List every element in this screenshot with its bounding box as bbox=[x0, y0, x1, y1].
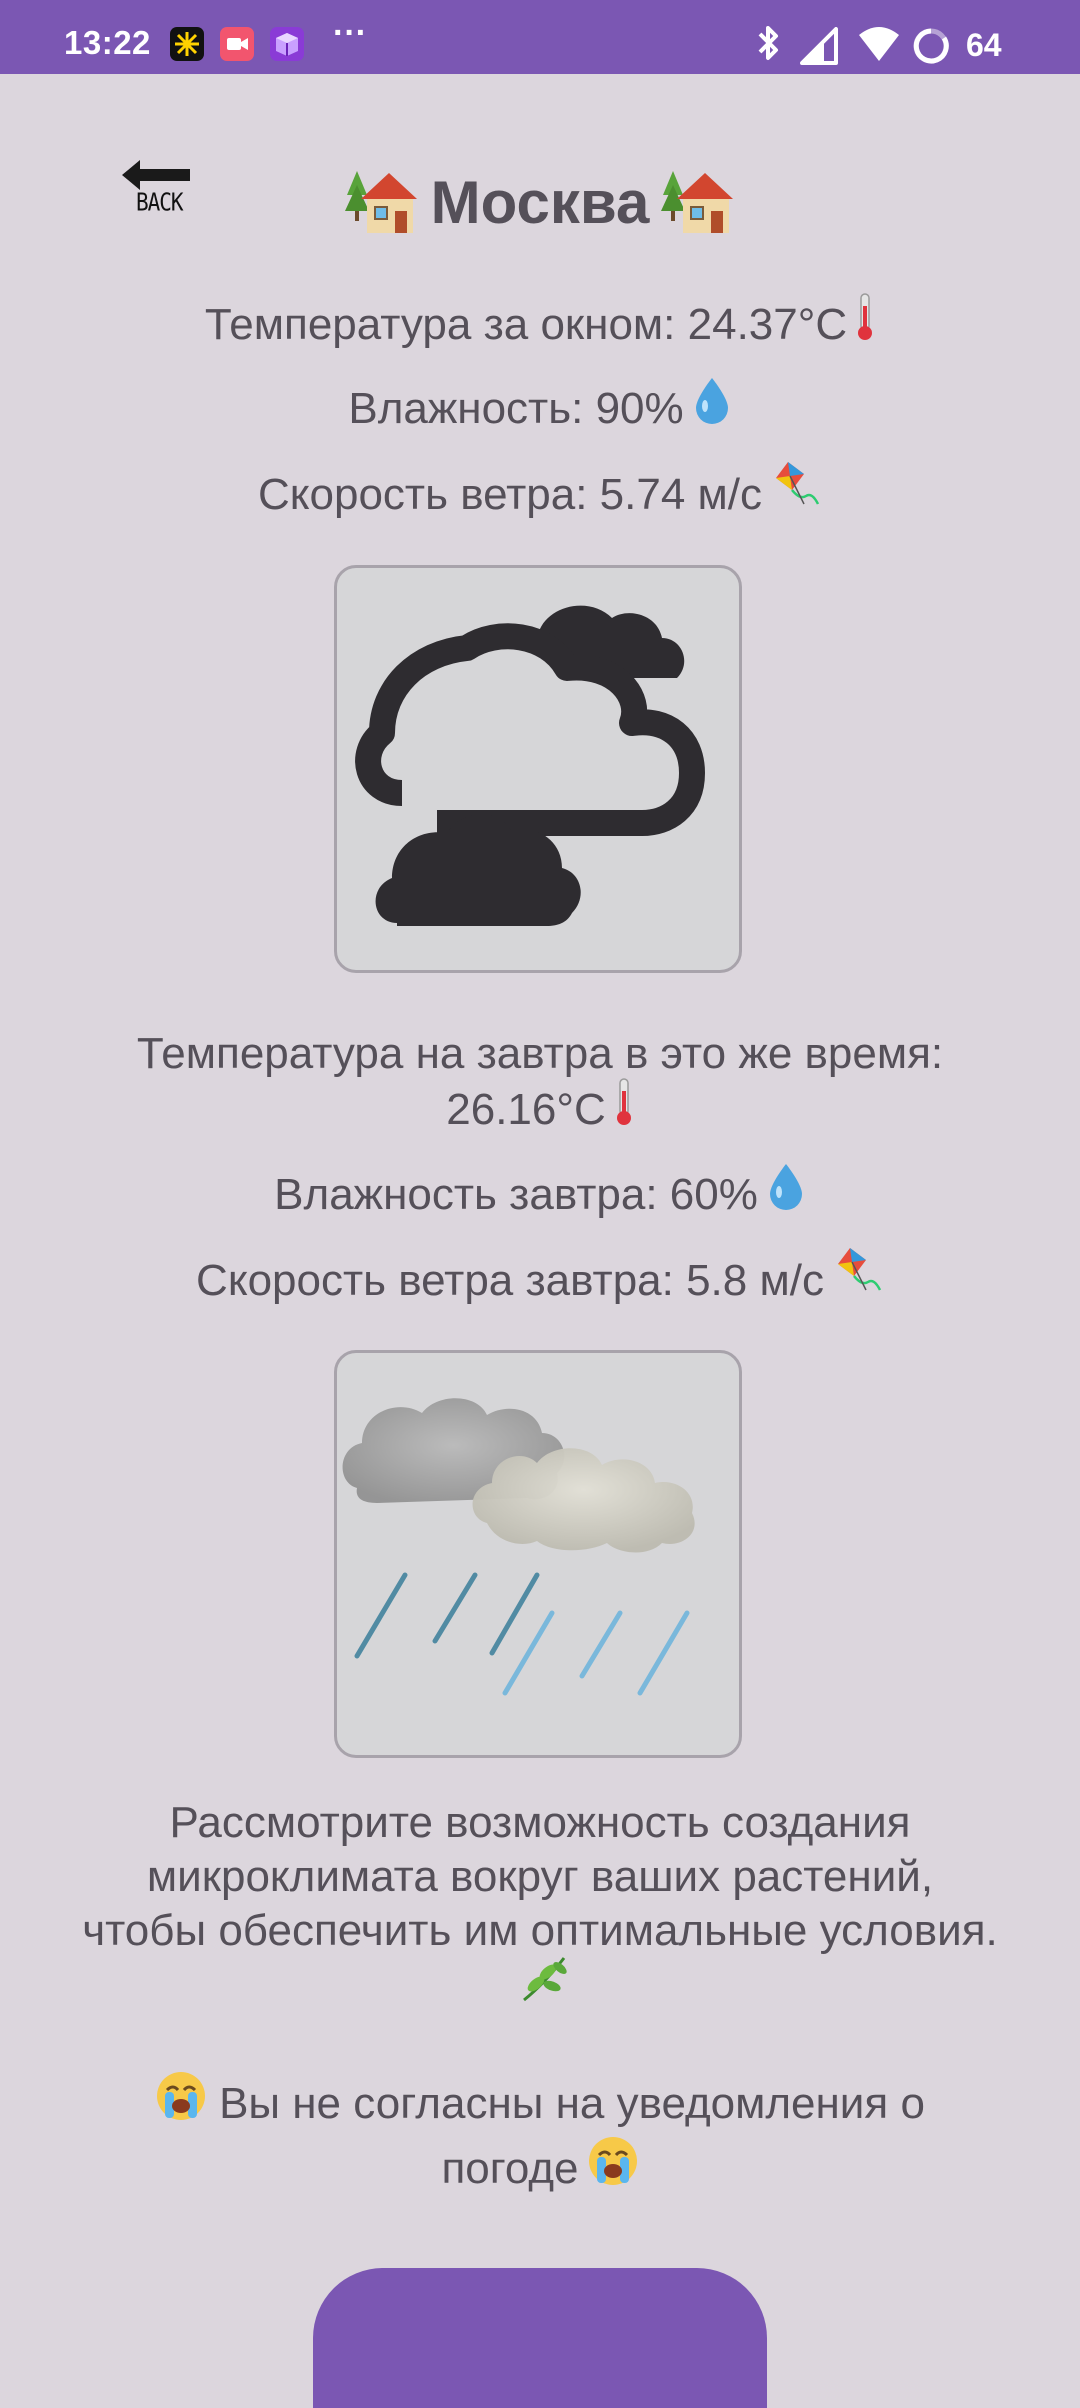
current-wind-text: Скорость ветра: 5.74 м/с bbox=[257, 470, 762, 520]
battery-level: 64 bbox=[966, 27, 1002, 63]
herb-icon bbox=[518, 1954, 570, 2017]
city-name: Москва bbox=[430, 169, 650, 236]
status-bar: 13:22 ··· 64 bbox=[0, 0, 1080, 74]
current-humidity-text: Влажность: 90% bbox=[348, 384, 684, 434]
thermometer-icon bbox=[614, 1077, 634, 1140]
notifications-text-end: погоде bbox=[441, 2144, 579, 2194]
notifications-text: Вы не согласны на уведомления о bbox=[219, 2079, 925, 2129]
status-time: 13:22 bbox=[64, 24, 151, 61]
crying-face-icon bbox=[155, 2070, 207, 2135]
current-weather-card bbox=[334, 565, 742, 973]
video-notification-icon bbox=[220, 27, 254, 61]
tomorrow-wind-text: Скорость ветра завтра: 5.8 м/с bbox=[196, 1256, 824, 1306]
bluetooth-icon bbox=[758, 26, 778, 60]
page-title: Москва bbox=[0, 168, 1080, 243]
thermometer-icon bbox=[855, 292, 875, 355]
current-wind: Скорость ветра: 5.74 м/с bbox=[0, 462, 1080, 531]
wifi-icon bbox=[859, 27, 899, 61]
box-notification-icon bbox=[270, 27, 304, 61]
tomorrow-weather-card bbox=[334, 1350, 742, 1758]
notifications-notice: Вы не согласны на уведомления о погоде bbox=[80, 2072, 1000, 2204]
kite-icon bbox=[770, 460, 822, 527]
tomorrow-temperature-line1: Температура на завтра в это же время: bbox=[136, 1029, 944, 1078]
more-notifications-icon: ··· bbox=[333, 14, 367, 52]
tomorrow-temperature: Температура на завтра в это же время: 26… bbox=[0, 1027, 1080, 1144]
current-humidity: Влажность: 90% bbox=[0, 378, 1080, 443]
notifications-button[interactable] bbox=[313, 2268, 767, 2408]
care-tip-text: Рассмотрите возможность создания микрокл… bbox=[82, 1798, 998, 1955]
tomorrow-humidity-text: Влажность завтра: 60% bbox=[274, 1170, 758, 1220]
care-tip: Рассмотрите возможность создания микрокл… bbox=[80, 1796, 1000, 2021]
battery-icon bbox=[913, 28, 949, 64]
crying-face-icon bbox=[587, 2135, 639, 2200]
droplet-icon bbox=[692, 376, 732, 439]
house-icon bbox=[344, 165, 419, 237]
cloudy-icon bbox=[337, 605, 705, 926]
droplet-icon bbox=[766, 1162, 806, 1225]
tomorrow-temperature-line2: 26.16°C bbox=[446, 1085, 606, 1135]
signal-icon bbox=[800, 27, 838, 65]
current-temperature-text: Температура за окном: 24.37°C bbox=[204, 300, 848, 350]
house-icon bbox=[661, 165, 735, 237]
kite-icon bbox=[832, 1246, 884, 1313]
current-temperature: Температура за окном: 24.37°C bbox=[0, 293, 1080, 359]
tomorrow-humidity: Влажность завтра: 60% bbox=[0, 1164, 1080, 1229]
tomorrow-wind: Скорость ветра завтра: 5.8 м/с bbox=[0, 1248, 1080, 1317]
rain-icon bbox=[342, 1398, 695, 1696]
app-notification-icon bbox=[170, 27, 204, 61]
